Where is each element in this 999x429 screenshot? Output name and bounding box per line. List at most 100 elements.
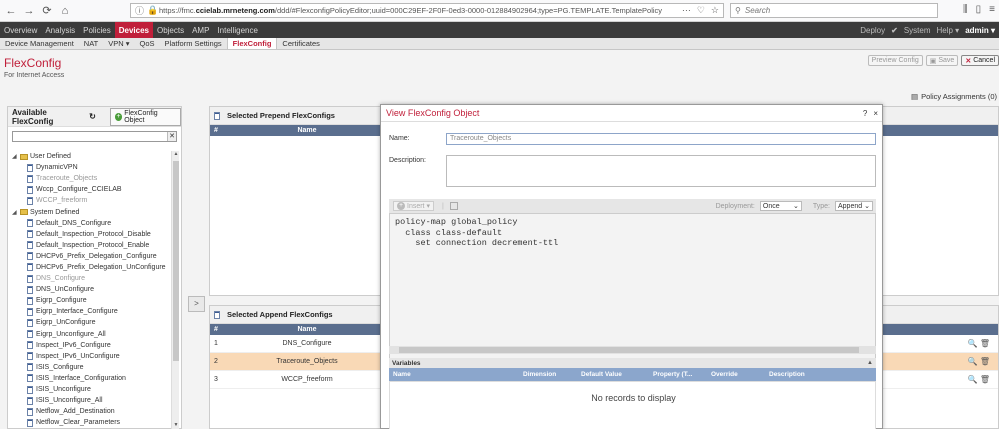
nav-intelligence[interactable]: Intelligence — [213, 22, 261, 38]
policy-assignments-link[interactable]: ▤ Policy Assignments (0) — [911, 92, 997, 101]
nav-analysis[interactable]: Analysis — [41, 22, 79, 38]
col-default-value[interactable]: Default Value — [581, 371, 622, 378]
add-to-selected-button[interactable]: > — [188, 296, 205, 312]
tree-scrollbar[interactable]: ▲ ▼ — [171, 151, 179, 429]
close-icon[interactable]: × — [873, 109, 878, 118]
bookmark-star-icon[interactable]: ☆ — [711, 5, 719, 16]
tree-item[interactable]: DNS_UnConfigure — [12, 284, 170, 295]
tree-item[interactable]: Eigrp_Interface_Configure — [12, 306, 170, 317]
nav-overview[interactable]: Overview — [0, 22, 41, 38]
col-property[interactable]: Property (T... — [653, 371, 692, 378]
delete-icon[interactable]: 🗑 — [980, 375, 990, 384]
tree-item[interactable]: WCCP_freeform — [12, 195, 170, 206]
tree-item[interactable]: Netflow_Clear_Parameters — [12, 417, 170, 428]
folder-icon — [20, 209, 28, 216]
tree-item[interactable]: Default_Inspection_Protocol_Disable — [12, 229, 170, 240]
scroll-thumb[interactable] — [399, 347, 859, 353]
subnav-qos[interactable]: QoS — [135, 38, 160, 49]
save-button[interactable]: ▣ Save — [925, 55, 959, 66]
more-icon[interactable]: ··· — [682, 5, 691, 16]
sidebar-icon[interactable]: ▯ — [976, 4, 982, 15]
view-icon[interactable]: 🔍 — [968, 375, 978, 384]
delete-icon[interactable]: 🗑 — [980, 339, 990, 348]
delete-icon[interactable]: 🗑 — [980, 357, 990, 366]
tree-item[interactable]: Eigrp_Unconfigure_All — [12, 329, 170, 340]
info-icon[interactable]: ⓘ — [135, 4, 147, 17]
expand-icon[interactable]: ◢ — [12, 209, 20, 216]
tree-folder[interactable]: ◢ System Defined — [12, 206, 170, 217]
insert-button[interactable]: + Insert ▾ — [393, 201, 434, 211]
refresh-icon[interactable]: ↻ — [89, 112, 96, 121]
subnav-platform-settings[interactable]: Platform Settings — [160, 38, 227, 49]
subnav-flexconfig[interactable]: FlexConfig — [226, 38, 278, 49]
tree-item[interactable]: ISIS_Unconfigure — [12, 384, 170, 395]
tree-item[interactable]: Default_DNS_Configure — [12, 218, 170, 229]
description-field[interactable] — [446, 155, 876, 187]
system-menu[interactable]: System — [904, 26, 931, 35]
code-horizontal-scrollbar[interactable] — [389, 346, 876, 354]
view-icon[interactable]: 🔍 — [968, 339, 978, 348]
nav-policies[interactable]: Policies — [79, 22, 115, 38]
tree-item[interactable]: Inspect_IPv6_Configure — [12, 340, 170, 351]
subnav-certificates[interactable]: Certificates — [277, 38, 325, 49]
pocket-icon[interactable]: ♡ — [697, 5, 705, 16]
tree-item[interactable]: DynamicVPN — [12, 162, 170, 173]
subnav-device-management[interactable]: Device Management — [0, 38, 79, 49]
tree-item-label: Netflow_Clear_Parameters — [36, 419, 121, 427]
nav-amp[interactable]: AMP — [188, 22, 213, 38]
type-select[interactable]: Append ⌄ — [835, 201, 873, 211]
name-field[interactable]: Traceroute_Objects — [446, 133, 876, 145]
expand-icon[interactable]: ◢ — [12, 153, 20, 160]
home-icon[interactable]: ⌂ — [58, 4, 72, 18]
tree-item[interactable]: Wccp_Configure_CCIELAB — [12, 184, 170, 195]
col-description[interactable]: Description — [769, 371, 805, 378]
tree-item-label: DNS_Configure — [36, 275, 86, 283]
forward-icon[interactable]: → — [22, 4, 36, 18]
help-icon[interactable]: ? — [863, 109, 867, 118]
col-name[interactable]: Name — [393, 371, 411, 378]
subnav-vpn[interactable]: VPN ▾ — [103, 38, 134, 49]
col-override[interactable]: Override — [711, 371, 738, 378]
nav-objects[interactable]: Objects — [153, 22, 188, 38]
add-flexconfig-object-button[interactable]: + FlexConfig Object — [109, 107, 181, 126]
tree-item[interactable]: Netflow_Add_Destination — [12, 406, 170, 417]
tree-item[interactable]: DHCPv6_Prefix_Delegation_UnConfigure — [12, 262, 170, 273]
tree-item[interactable]: DNS_Configure — [12, 273, 170, 284]
tree-item[interactable]: ISIS_Unconfigure_All — [12, 395, 170, 406]
url-bar[interactable]: ⓘ 🔒 https://fmc.ccielab.mrneteng.com/ddd… — [130, 3, 724, 18]
deploy-button[interactable]: Deploy — [860, 26, 885, 35]
preview-config-button[interactable]: Preview Config — [867, 55, 923, 66]
nav-devices[interactable]: Devices — [114, 22, 153, 38]
collapse-icon[interactable]: ▲ — [867, 360, 873, 366]
library-icon[interactable]: ⫼ — [963, 4, 968, 15]
tree-item[interactable]: Inspect_IPv6_UnConfigure — [12, 351, 170, 362]
deployment-select[interactable]: Once ⌄ — [759, 201, 802, 211]
user-menu[interactable]: admin ▾ — [965, 26, 995, 35]
scroll-thumb[interactable] — [173, 161, 179, 361]
col-dimension[interactable]: Dimension — [523, 371, 556, 378]
tree-item[interactable]: Default_Inspection_Protocol_Enable — [12, 240, 170, 251]
clear-search-icon[interactable]: ✕ — [167, 132, 176, 141]
back-icon[interactable]: ← — [4, 4, 18, 18]
tree-item[interactable]: ISIS_Interface_Configuration — [12, 373, 170, 384]
grid-icon[interactable] — [449, 202, 458, 210]
cancel-button[interactable]: ✕ Cancel — [961, 55, 999, 66]
tree-item[interactable]: Traceroute_Objects — [12, 173, 170, 184]
tree-item[interactable]: Eigrp_UnConfigure — [12, 317, 170, 328]
browser-search-input[interactable]: ⚲ Search — [730, 3, 938, 18]
scroll-down-icon[interactable]: ▼ — [172, 422, 180, 429]
tree-folder[interactable]: ◢ User Defined — [12, 151, 170, 162]
help-menu[interactable]: Help ▾ — [937, 26, 960, 35]
scroll-up-icon[interactable]: ▲ — [172, 151, 180, 159]
editor-toolbar: + Insert ▾ | Deployment: Once ⌄ Type: App… — [389, 199, 876, 213]
document-icon — [27, 374, 33, 383]
menu-icon[interactable]: ≡ — [989, 4, 995, 15]
tree-item[interactable]: ISIS_Configure — [12, 362, 170, 373]
health-check-icon[interactable]: ✔ — [891, 26, 898, 35]
reload-icon[interactable]: ⟳ — [40, 4, 54, 18]
tree-item[interactable]: Eigrp_Configure — [12, 295, 170, 306]
tree-item[interactable]: DHCPv6_Prefix_Delegation_Configure — [12, 251, 170, 262]
view-icon[interactable]: 🔍 — [968, 357, 978, 366]
subnav-nat[interactable]: NAT — [79, 38, 103, 49]
flexconfig-search-input[interactable]: ✕ — [12, 131, 177, 142]
